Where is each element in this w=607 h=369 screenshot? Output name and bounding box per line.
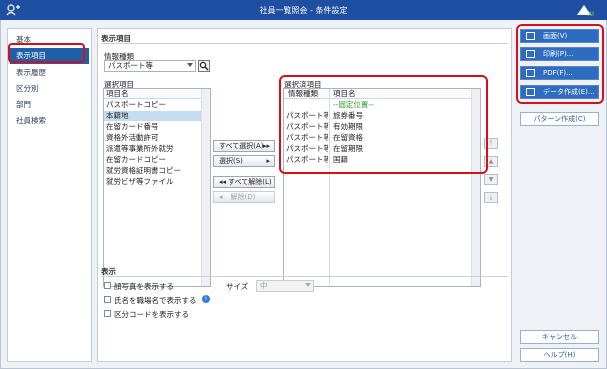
show-name-label: 氏名を職場名で表示する xyxy=(114,296,197,305)
sidebar-item-department[interactable]: 部門 xyxy=(8,97,91,113)
section-title-display: 表示 xyxy=(101,267,116,276)
highlight-sidebar xyxy=(8,43,85,63)
select-all-button[interactable]: すべて選択(A) ▸▸ xyxy=(213,140,275,152)
help-button[interactable]: ヘルプ(H) xyxy=(520,348,599,362)
size-value: 中 xyxy=(260,281,268,290)
list-item[interactable]: 在留カード番号 xyxy=(104,122,201,132)
info-icon[interactable]: i xyxy=(202,295,210,303)
list-item[interactable]: 本籍地 xyxy=(104,111,201,121)
move-down-button[interactable]: ▼ xyxy=(484,174,498,185)
cancel-button[interactable]: キャンセル xyxy=(520,330,599,344)
svg-text:AI: AI xyxy=(588,11,594,17)
pattern-create-label: パターン作成(C) xyxy=(533,115,586,123)
highlight-action-buttons xyxy=(516,24,604,104)
pattern-create-button[interactable]: パターン作成(C) xyxy=(520,112,599,126)
deselect-button[interactable]: ◂ 解除(D) xyxy=(213,191,275,203)
section-title-display-items: 表示項目 xyxy=(101,34,131,43)
available-items-list: 項目名 パスポートコピー 本籍地 在留カード番号 資格外活動許可 派遣等事業所外… xyxy=(103,88,211,287)
size-select[interactable]: 中 xyxy=(256,280,314,292)
chevron-down-icon xyxy=(305,283,311,287)
cancel-label: キャンセル xyxy=(542,333,577,341)
category-sidebar: 基本 表示項目 表示履歴 区分別 部門 社員検索 xyxy=(7,28,92,362)
search-button[interactable] xyxy=(198,60,210,72)
list-item[interactable]: 在留カードコピー xyxy=(104,155,201,165)
deselect-all-button[interactable]: ◂◂ すべて解除(L) xyxy=(213,176,275,188)
available-scrollbar[interactable] xyxy=(201,89,210,286)
info-type-value: パスポート等 xyxy=(108,61,153,70)
move-bottom-button[interactable]: ⤓ xyxy=(484,192,498,203)
window-title: 社員一覧照会 - 条件設定 xyxy=(259,6,348,15)
list-item[interactable]: 資格外活動許可 xyxy=(104,133,201,143)
section-divider xyxy=(101,276,508,277)
select-all-label: すべて選択(A) xyxy=(219,142,264,150)
chevron-down-icon xyxy=(187,63,193,67)
info-type-select[interactable]: パスポート等 xyxy=(104,60,196,72)
sidebar-item-display-history[interactable]: 表示履歴 xyxy=(8,65,91,81)
show-category-code-checkbox[interactable] xyxy=(104,310,111,317)
move-bottom-icon: ⤓ xyxy=(489,194,493,201)
sidebar-item-by-category[interactable]: 区分別 xyxy=(8,81,91,97)
select-label: 選択(S) xyxy=(219,157,243,165)
brand-logo-icon: AI xyxy=(577,5,594,17)
move-top-icon: ⤒ xyxy=(489,140,493,147)
available-header: 項目名 xyxy=(104,89,201,99)
help-label: ヘルプ(H) xyxy=(543,351,576,359)
show-photo-label: 顔写真を表示する xyxy=(114,282,174,291)
deselect-label: 解除(D) xyxy=(230,193,256,201)
move-down-icon: ▼ xyxy=(488,176,494,183)
select-button[interactable]: 選択(S) ▸ xyxy=(213,155,275,167)
arrow-right-icon: ▸ xyxy=(266,157,270,165)
show-category-code-label: 区分コードを表示する xyxy=(114,310,189,319)
highlight-selected-items xyxy=(279,75,488,174)
show-name-checkbox[interactable] xyxy=(104,296,111,303)
double-arrow-right-icon: ▸▸ xyxy=(262,142,270,150)
list-item[interactable]: 就労ビザ等ファイル xyxy=(104,177,201,187)
move-up-icon: ▲ xyxy=(488,158,494,165)
title-bar: 社員一覧照会 - 条件設定 AI xyxy=(0,0,607,20)
double-arrow-left-icon: ◂◂ xyxy=(219,178,227,186)
search-icon xyxy=(199,61,209,71)
show-photo-checkbox[interactable] xyxy=(104,282,111,289)
size-label: サイズ xyxy=(226,282,249,291)
arrow-left-icon: ◂ xyxy=(219,193,223,201)
list-item[interactable]: 派遣等事業所外就労 xyxy=(104,144,201,154)
deselect-all-label: すべて解除(L) xyxy=(228,178,272,186)
list-item[interactable]: パスポートコピー xyxy=(104,100,201,110)
section-divider xyxy=(101,43,508,44)
list-item[interactable]: 就労資格証明書コピー xyxy=(104,166,201,176)
sidebar-item-employee-search[interactable]: 社員検索 xyxy=(8,113,91,129)
